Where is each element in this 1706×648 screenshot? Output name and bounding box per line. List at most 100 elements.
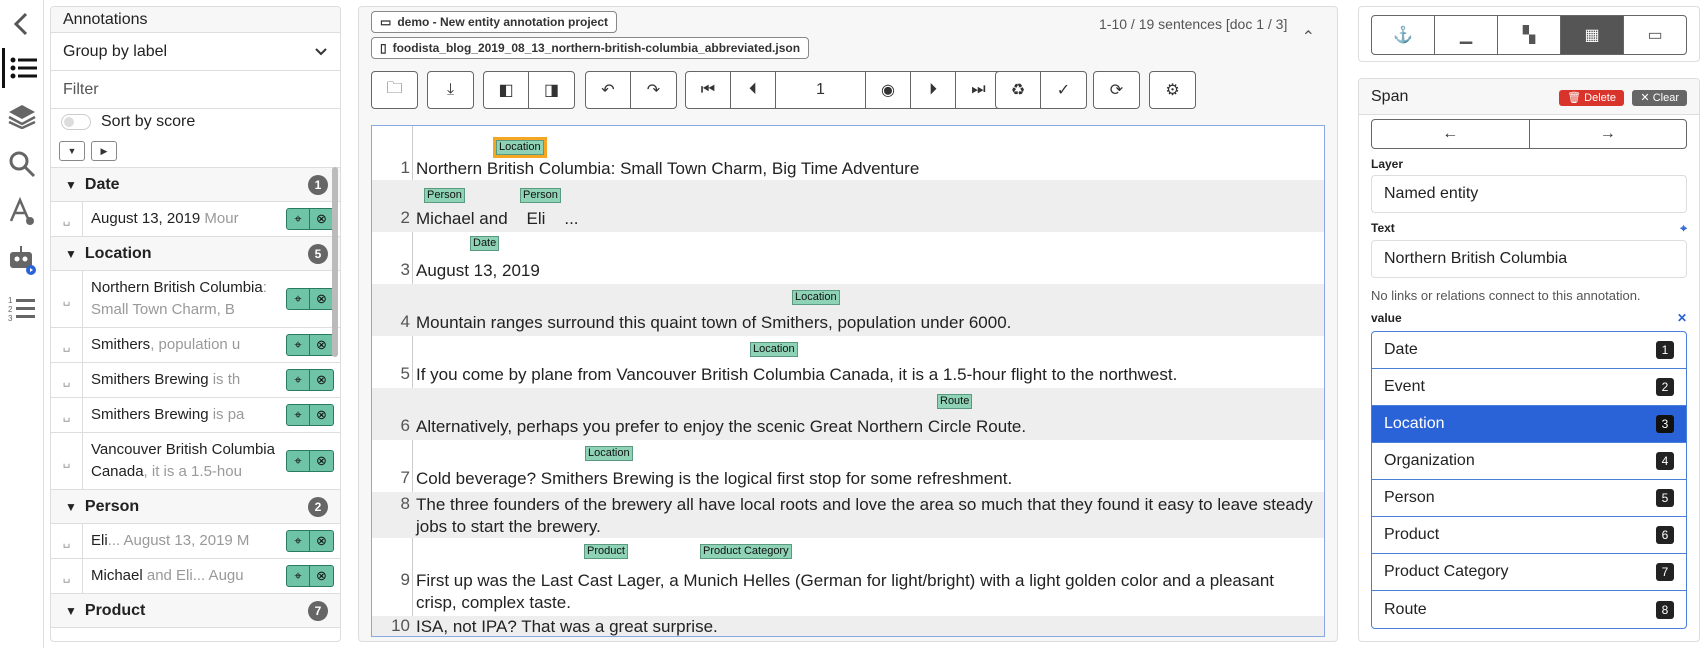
- list-item[interactable]: ␣ Michael and Eli... Augu ⌖ ⊗: [51, 559, 340, 594]
- expand-all-button[interactable]: ▼: [59, 141, 85, 161]
- document-chip[interactable]: ▯ foodista_blog_2019_08_13_northern-briti…: [371, 37, 810, 59]
- group-header-person[interactable]: ▼ Person 2: [51, 490, 340, 524]
- eye-icon[interactable]: ◉: [866, 72, 911, 108]
- sentence-9[interactable]: 9 First up was the Last Cast Lager, a Mun…: [372, 538, 1324, 616]
- span-label-location[interactable]: Location: [750, 342, 798, 357]
- sentence-text[interactable]: Cold beverage? Smithers Brewing is the l…: [416, 468, 1318, 490]
- toggle-switch[interactable]: [61, 114, 91, 130]
- value-option[interactable]: Product Category 7: [1372, 554, 1686, 591]
- back-icon[interactable]: [2, 4, 42, 44]
- sentence-text[interactable]: Alternatively, perhaps you prefer to enj…: [416, 416, 1318, 438]
- sentence-6[interactable]: 6 Alternatively, perhaps you prefer to en…: [372, 388, 1324, 440]
- close-icon[interactable]: ✕: [1677, 311, 1687, 325]
- sentence-text[interactable]: Michael and Eli ...: [416, 208, 1318, 230]
- span-label-route[interactable]: Route: [937, 394, 973, 409]
- sentence-2[interactable]: 2 Michael and Eli ...: [372, 180, 1324, 232]
- scrollbar[interactable]: [332, 167, 338, 357]
- list-item[interactable]: ␣ Eli... August 13, 2019 M ⌖ ⊗: [51, 524, 340, 559]
- span-label-product-category[interactable]: Product Category: [700, 544, 792, 559]
- list-item[interactable]: ␣ Smithers Brewing is pa ⌖ ⊗: [51, 398, 340, 433]
- recycle-icon[interactable]: ♻: [996, 72, 1041, 108]
- refresh-icon[interactable]: ⟳: [1094, 72, 1139, 108]
- delete-icon[interactable]: ⊗: [310, 288, 334, 310]
- sentence-text[interactable]: Mountain ranges surround this quaint tow…: [416, 312, 1318, 334]
- layers-icon[interactable]: [2, 96, 42, 136]
- span-label-person[interactable]: Person: [520, 188, 561, 203]
- filter-input[interactable]: Filter: [51, 71, 340, 109]
- list-item[interactable]: ␣ Smithers Brewing is th ⌖ ⊗: [51, 363, 340, 398]
- locate-icon[interactable]: ⌖: [286, 369, 310, 391]
- group-header-date[interactable]: ▼ Date 1: [51, 168, 340, 202]
- arrow-right-icon[interactable]: →: [1530, 120, 1687, 148]
- span-label-date[interactable]: Date: [470, 236, 500, 251]
- sentence-text[interactable]: Northern British Columbia: Small Town Ch…: [416, 158, 1318, 180]
- group-by-select[interactable]: Group by label: [51, 33, 340, 71]
- span-label-product[interactable]: Product: [584, 544, 628, 559]
- locate-icon[interactable]: ⌖: [286, 404, 310, 426]
- annotations-list-icon[interactable]: [2, 48, 42, 88]
- sentence-10[interactable]: 10 ISA, not IPA? That was a great surpris…: [372, 616, 1324, 636]
- delete-icon[interactable]: ⊗: [310, 530, 334, 552]
- span-label-location[interactable]: Location: [792, 290, 840, 305]
- value-option[interactable]: Route 8: [1372, 591, 1686, 628]
- list-item[interactable]: ␣ Northern British Columbia: Small Town C…: [51, 271, 340, 328]
- span-label-person[interactable]: Person: [424, 188, 465, 203]
- next-document-icon[interactable]: ◨: [529, 72, 574, 108]
- delete-button[interactable]: 🗑 Delete: [1559, 89, 1624, 106]
- sentence-text[interactable]: The three founders of the brewery all ha…: [416, 494, 1318, 538]
- locate-icon[interactable]: ⌖: [286, 334, 310, 356]
- sentence-text[interactable]: August 13, 2019: [416, 260, 1318, 282]
- first-page-icon[interactable]: ⏮: [686, 72, 731, 108]
- recommender-icon[interactable]: [2, 192, 42, 232]
- locate-icon[interactable]: ⌖: [286, 530, 310, 552]
- delete-icon[interactable]: ⊗: [310, 208, 334, 230]
- delete-icon[interactable]: ⊗: [310, 565, 334, 587]
- value-option[interactable]: Organization 4: [1372, 443, 1686, 480]
- locate-icon[interactable]: ⌖: [286, 565, 310, 587]
- delete-icon[interactable]: ⊗: [310, 404, 334, 426]
- delete-icon[interactable]: ⊗: [310, 369, 334, 391]
- value-option-selected[interactable]: Location 3: [1372, 406, 1686, 443]
- project-chip[interactable]: ▭ demo - New entity annotation project: [371, 11, 618, 33]
- search-icon[interactable]: [2, 144, 42, 184]
- layer-field[interactable]: Named entity: [1371, 175, 1687, 213]
- robot-icon[interactable]: [2, 240, 42, 280]
- value-option[interactable]: Product 6: [1372, 517, 1686, 554]
- prev-document-icon[interactable]: ◧: [484, 72, 529, 108]
- list-item[interactable]: ␣ Vancouver British Columbia Canada, it i…: [51, 433, 340, 490]
- anchor-icon[interactable]: ⚓: [1372, 16, 1435, 54]
- export-icon[interactable]: ⤓: [428, 72, 473, 108]
- chevron-up-icon[interactable]: ⌃: [1302, 27, 1315, 47]
- sentence-4[interactable]: 4 Mountain ranges surround this quaint to…: [372, 284, 1324, 336]
- annotation-editor[interactable]: 1 Northern British Columbia: Small Town C…: [371, 125, 1325, 637]
- sentence-text[interactable]: ISA, not IPA? That was a great surprise.: [416, 616, 1318, 636]
- sentence-text[interactable]: If you come by plane from Vancouver Brit…: [416, 364, 1318, 386]
- arrow-left-icon[interactable]: ←: [1372, 120, 1530, 148]
- group-header-location[interactable]: ▼ Location 5: [51, 237, 340, 271]
- sentence-7[interactable]: 7 Cold beverage? Smithers Brewing is the …: [372, 440, 1324, 492]
- collapse-all-button[interactable]: ▶: [91, 141, 117, 161]
- sentence-5[interactable]: 5 If you come by plane from Vancouver Bri…: [372, 336, 1324, 388]
- sentence-text[interactable]: First up was the Last Cast Lager, a Muni…: [416, 570, 1318, 614]
- locate-icon[interactable]: ⌖: [286, 208, 310, 230]
- layout-grid-icon[interactable]: ▦: [1561, 16, 1624, 54]
- gear-icon[interactable]: ⚙: [1150, 72, 1195, 108]
- layout-bottom-icon[interactable]: ▁: [1435, 16, 1498, 54]
- undo-icon[interactable]: ↶: [586, 72, 631, 108]
- crosshair-icon[interactable]: ⌖: [1680, 221, 1687, 236]
- locate-icon[interactable]: ⌖: [286, 288, 310, 310]
- span-label-location[interactable]: Location: [585, 446, 633, 461]
- next-page-icon[interactable]: ⏵: [911, 72, 956, 108]
- sort-by-score-toggle[interactable]: Sort by score: [51, 109, 340, 135]
- value-option[interactable]: Person 5: [1372, 480, 1686, 517]
- value-option[interactable]: Event 2: [1372, 369, 1686, 406]
- list-item[interactable]: ␣ August 13, 2019 Mour ⌖ ⊗: [51, 202, 340, 237]
- list-item[interactable]: ␣ Smithers, population u ⌖ ⊗: [51, 328, 340, 363]
- group-header-product[interactable]: ▼ Product 7: [51, 594, 340, 628]
- layout-top-icon[interactable]: ▭: [1624, 16, 1686, 54]
- locate-icon[interactable]: ⌖: [286, 450, 310, 472]
- delete-icon[interactable]: ⊗: [310, 334, 334, 356]
- delete-icon[interactable]: ⊗: [310, 450, 334, 472]
- layout-split-icon[interactable]: ▚: [1498, 16, 1561, 54]
- sentence-3[interactable]: 3 August 13, 2019: [372, 232, 1324, 284]
